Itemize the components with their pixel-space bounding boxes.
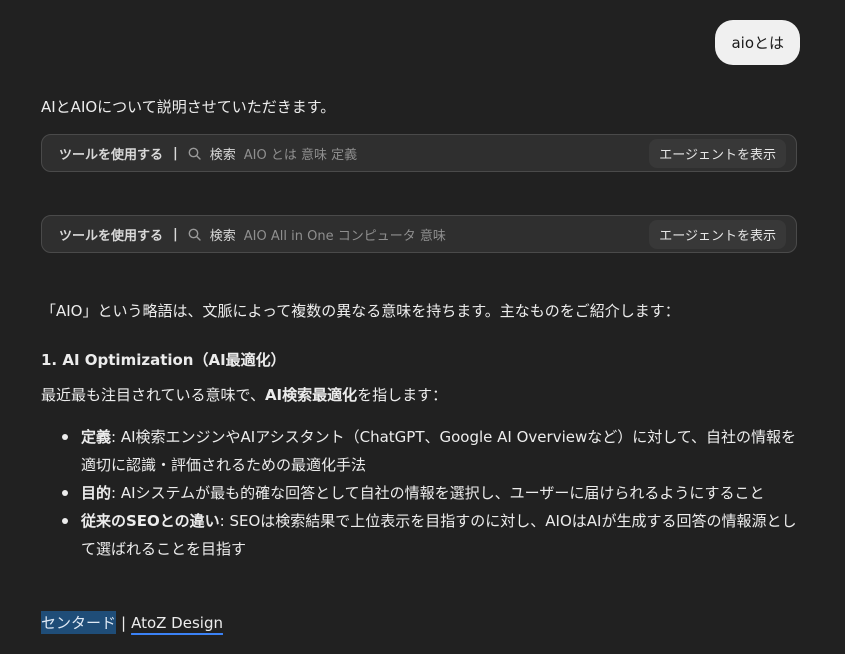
bullet-dot (62, 518, 68, 524)
bullet-dot (62, 490, 68, 496)
footer-line: センタード | AtoZ Design (41, 611, 223, 634)
paragraph-text: を指します： (357, 386, 448, 404)
search-icon (188, 228, 201, 241)
footer-separator: | (121, 613, 127, 632)
section-heading: 1. AI Optimization（AI最適化） (41, 351, 286, 369)
tool-call-separator: | (173, 145, 178, 161)
tool-call-bar-2[interactable]: ツールを使用する | 検索 AIO All in One コンピュータ 意味 エ… (41, 215, 797, 253)
paragraph-overview: 「AIO」という略語は、文脈によって複数の異なる意味を持ちます。主なものをご紹介… (41, 302, 680, 320)
highlighted-text[interactable]: センタード (41, 611, 117, 634)
list-item-term: 目的 (81, 484, 112, 502)
search-query: AIO All in One コンピュータ 意味 (243, 228, 446, 244)
list-item-term: 従来のSEOとの違い (81, 512, 220, 530)
list-item: 定義: AI検索エンジンやAIアシスタント（ChatGPT、Google AI … (41, 423, 801, 479)
tool-call-bar-1[interactable]: ツールを使用する | 検索 AIO とは 意味 定義 エージェントを表示 (41, 134, 797, 172)
user-message-bubble: aioとは (715, 20, 800, 65)
show-agent-button[interactable]: エージェントを表示 (649, 138, 786, 168)
list-item: 従来のSEOとの違い: SEOは検索結果で上位表示を目指すのに対し、AIOはAI… (41, 507, 801, 563)
user-message-text: aioとは (731, 34, 784, 52)
tool-call-label: ツールを使用する (59, 147, 164, 163)
list-item-term: 定義 (81, 428, 112, 446)
atoz-design-link[interactable]: AtoZ Design (131, 614, 223, 632)
list-item: 目的: AIシステムが最も的確な回答として自社の情報を選択し、ユーザーに届けられ… (41, 479, 801, 507)
assistant-intro: AIとAIOについて説明させていただきます。 (41, 98, 336, 116)
list-item-text: : AIシステムが最も的確な回答として自社の情報を選択し、ユーザーに届けられるよ… (111, 484, 765, 502)
list-item-text: : AI検索エンジンやAIアシスタント（ChatGPT、Google AI Ov… (81, 428, 797, 474)
paragraph-bold-term: AI検索最適化 (264, 386, 358, 404)
bullet-dot (62, 434, 68, 440)
search-word: 検索 (209, 147, 236, 163)
tool-call-separator: | (173, 226, 178, 242)
search-word: 検索 (209, 228, 236, 244)
search-query: AIO とは 意味 定義 (243, 147, 358, 163)
show-agent-button[interactable]: エージェントを表示 (649, 219, 786, 249)
search-icon (188, 147, 201, 160)
paragraph-definition: 最近最も注目されている意味で、AI検索最適化を指します： (41, 384, 447, 405)
tool-call-label: ツールを使用する (59, 228, 164, 244)
bullet-list: 定義: AI検索エンジンやAIアシスタント（ChatGPT、Google AI … (41, 423, 801, 563)
paragraph-text: 最近最も注目されている意味で、 (41, 386, 265, 404)
